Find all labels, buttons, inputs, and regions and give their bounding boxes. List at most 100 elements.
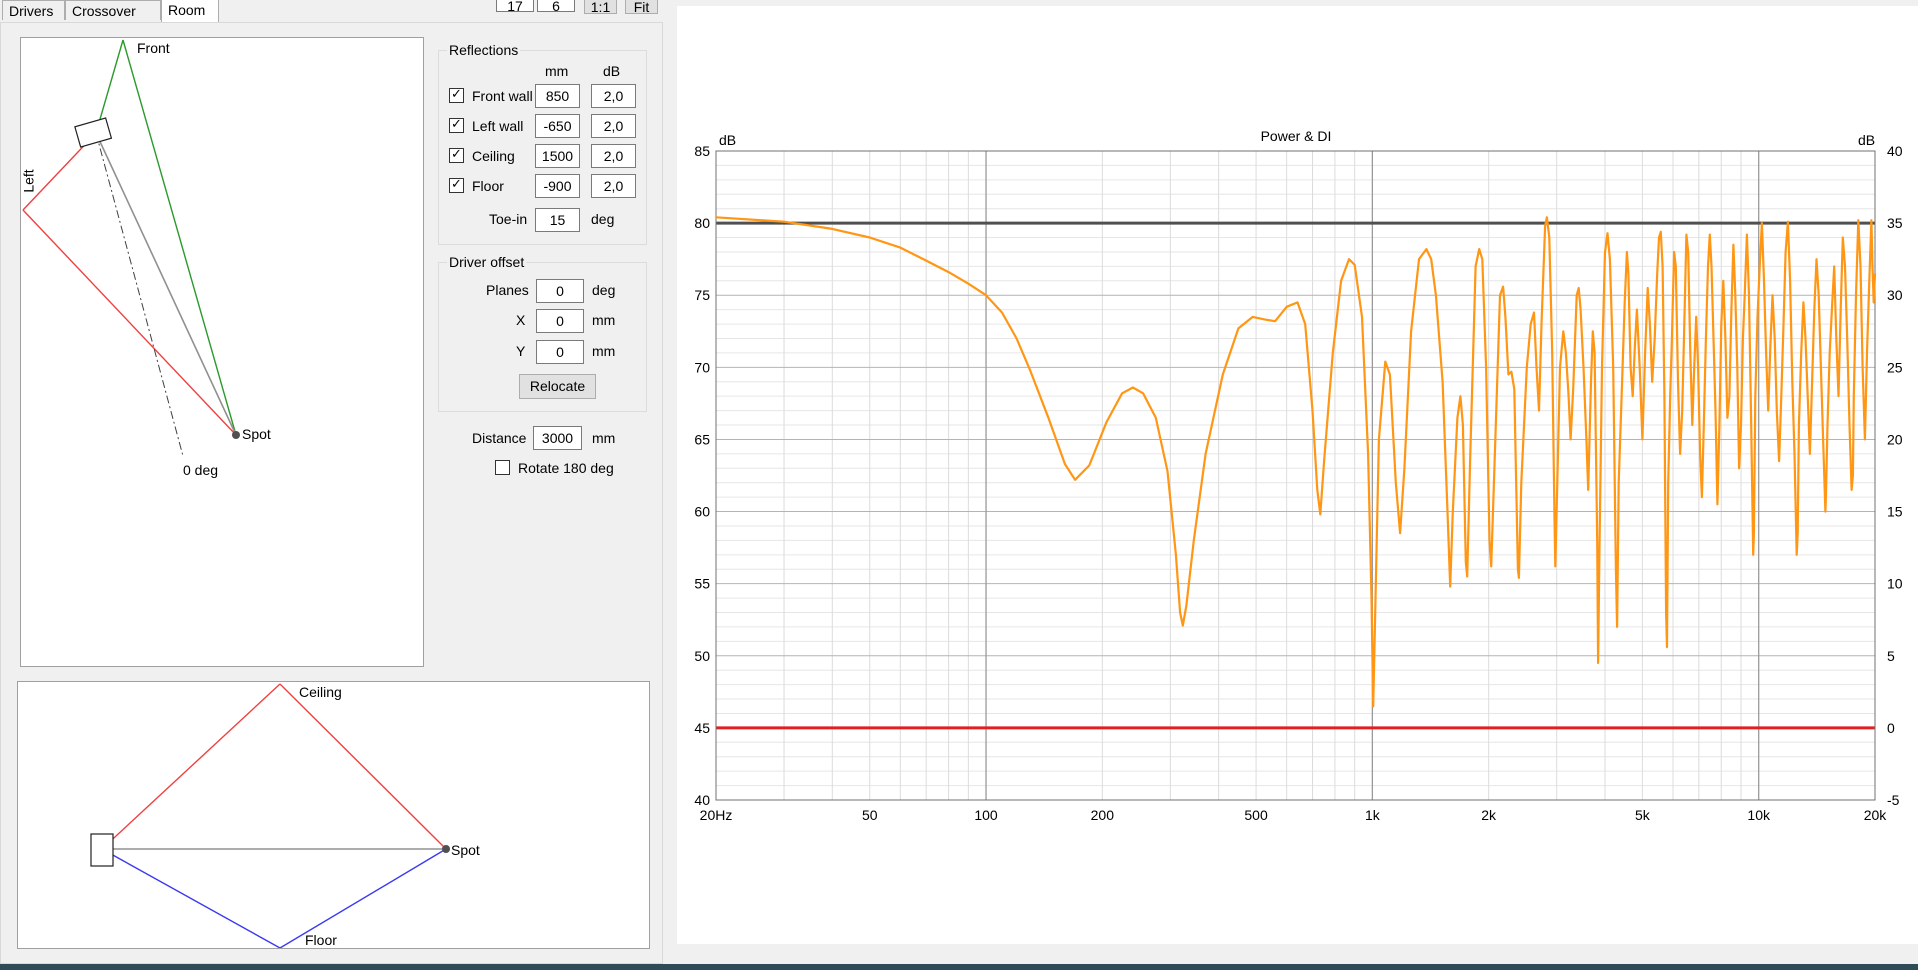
- tab-crossover[interactable]: Crossover: [65, 0, 161, 20]
- x-tick-label: 2k: [1481, 807, 1497, 823]
- y-right-tick-label: 20: [1887, 431, 1903, 447]
- tab-room[interactable]: Room: [161, 0, 219, 22]
- taskbar-edge: [0, 964, 1918, 970]
- front-wall-mm-field[interactable]: [535, 84, 580, 108]
- toe-in-label: Toe-in: [489, 211, 528, 227]
- distance-unit: mm: [592, 430, 616, 446]
- rotate-180-checkbox[interactable]: [495, 460, 510, 475]
- db-column-header: dB: [603, 63, 621, 79]
- planes-label: Planes: [486, 282, 529, 298]
- ceiling-reflection-line-2: [279, 683, 447, 850]
- spot-marker[interactable]: [232, 431, 240, 439]
- x-tick-label: 200: [1091, 807, 1115, 823]
- floor-mm-field[interactable]: [535, 174, 580, 198]
- planes-field[interactable]: [536, 279, 584, 303]
- side-spot-label: Spot: [451, 842, 480, 858]
- rotate-180-label: Rotate 180 deg: [518, 460, 614, 476]
- distance-label: Distance: [472, 430, 527, 446]
- y-right-tick-label: 40: [1887, 143, 1903, 159]
- y-left-unit-label: dB: [719, 132, 736, 148]
- floor-checkbox[interactable]: ✓: [449, 176, 464, 193]
- ceiling-db-field[interactable]: [591, 144, 636, 168]
- y-left-tick-label: 60: [694, 504, 710, 520]
- x-tick-label: 20k: [1864, 807, 1888, 823]
- toe-in-unit: deg: [591, 211, 615, 227]
- x-label: X: [516, 312, 526, 328]
- y-right-tick-label: 5: [1887, 648, 1895, 664]
- left-label: Left: [20, 169, 37, 193]
- tab-label: Crossover: [72, 3, 136, 19]
- relocate-button[interactable]: Relocate: [519, 374, 596, 399]
- y-left-tick-label: 50: [694, 648, 710, 664]
- speaker-side-icon[interactable]: [90, 833, 114, 867]
- ceiling-refl-label: Ceiling: [472, 148, 515, 164]
- x-tick-label: 500: [1244, 807, 1268, 823]
- power-di-chart[interactable]: 20Hz 50 100 200 500 1k 2k 5k 10k 20k8580757065605…: [677, 6, 1918, 944]
- speaker-plan-icon[interactable]: [74, 117, 113, 148]
- driver-offset-title: Driver offset: [447, 254, 527, 270]
- toe-in-field[interactable]: [535, 208, 580, 232]
- tab-label: Room: [168, 2, 206, 18]
- y-left-tick-label: 45: [694, 720, 710, 736]
- y-left-tick-label: 65: [694, 431, 710, 447]
- y-right-tick-label: 10: [1887, 576, 1903, 592]
- fit-button[interactable]: Fit: [625, 0, 658, 15]
- y-offset-field[interactable]: [536, 340, 584, 364]
- floor-db-field[interactable]: [591, 174, 636, 198]
- spot-label: Spot: [242, 426, 271, 442]
- relocate-label: Relocate: [529, 378, 586, 394]
- x-tick-label: 20Hz: [700, 807, 733, 823]
- check-icon: ✓: [451, 176, 462, 191]
- front-wall-db-field[interactable]: [591, 84, 636, 108]
- front-wall-checkbox[interactable]: ✓: [449, 86, 464, 103]
- y-unit: mm: [592, 343, 616, 359]
- y-left-tick-label: 55: [694, 576, 710, 592]
- zoom-x-value: 17: [507, 0, 523, 14]
- zero-deg-label: 0 deg: [183, 462, 219, 478]
- direct-path-line: [95, 132, 237, 436]
- fit-label: Fit: [633, 0, 650, 15]
- reflections-title: Reflections: [447, 42, 521, 58]
- one-to-one-button[interactable]: 1:1: [584, 0, 617, 15]
- y-left-tick-label: 80: [694, 215, 710, 231]
- tab-drivers[interactable]: Drivers: [2, 0, 65, 20]
- check-icon: ✓: [451, 116, 462, 131]
- y-right-tick-label: 25: [1887, 359, 1903, 375]
- ceiling-mm-field[interactable]: [535, 144, 580, 168]
- ceiling-checkbox[interactable]: ✓: [449, 146, 464, 163]
- y-left-tick-label: 40: [694, 792, 710, 808]
- planes-unit: deg: [592, 282, 616, 298]
- front-label: Front: [137, 40, 170, 56]
- floor-label: Floor: [305, 932, 337, 948]
- chart-panel[interactable]: 20Hz 50 100 200 500 1k 2k 5k 10k 20k 85 80 75 70 65 60 5…: [677, 6, 1918, 944]
- left-wall-db-field[interactable]: [591, 114, 636, 138]
- plan-view[interactable]: Front Left Spot 0 deg: [20, 37, 424, 667]
- left-wall-mm-field[interactable]: [535, 114, 580, 138]
- side-spot-marker[interactable]: [442, 845, 450, 853]
- side-view[interactable]: Ceiling Floor Spot: [17, 681, 650, 949]
- zoom-y-field[interactable]: 6: [537, 0, 575, 14]
- tab-label: Drivers: [9, 3, 54, 19]
- side-view-canvas: [90, 683, 450, 948]
- x-tick-label: 5k: [1635, 807, 1651, 823]
- x-tick-label: 1k: [1365, 807, 1381, 823]
- x-offset-field[interactable]: [536, 309, 584, 333]
- y-left-tick-label: 85: [694, 143, 710, 159]
- chart-title: Power & DI: [1261, 128, 1332, 144]
- left-wall-checkbox[interactable]: ✓: [449, 116, 464, 133]
- mm-column-header: mm: [545, 63, 569, 79]
- x-tick-label: 100: [974, 807, 998, 823]
- one-to-one-label: 1:1: [590, 0, 611, 15]
- floor-reflection-line-1: [101, 848, 281, 948]
- zoom-x-field[interactable]: 17: [496, 0, 534, 14]
- y-left-tick-label: 75: [694, 287, 710, 303]
- y-right-tick-label: 30: [1887, 287, 1903, 303]
- driver-offset-group: Driver offset Planes deg X mm Y mm Reloc…: [438, 254, 647, 412]
- distance-field[interactable]: [533, 426, 582, 450]
- x-unit: mm: [592, 312, 616, 328]
- y-right-tick-label: -5: [1887, 792, 1900, 808]
- check-icon: ✓: [451, 146, 462, 161]
- y-right-tick-label: 15: [1887, 504, 1903, 520]
- y-right-tick-label: 35: [1887, 215, 1903, 231]
- y-right-tick-label: 0: [1887, 720, 1895, 736]
